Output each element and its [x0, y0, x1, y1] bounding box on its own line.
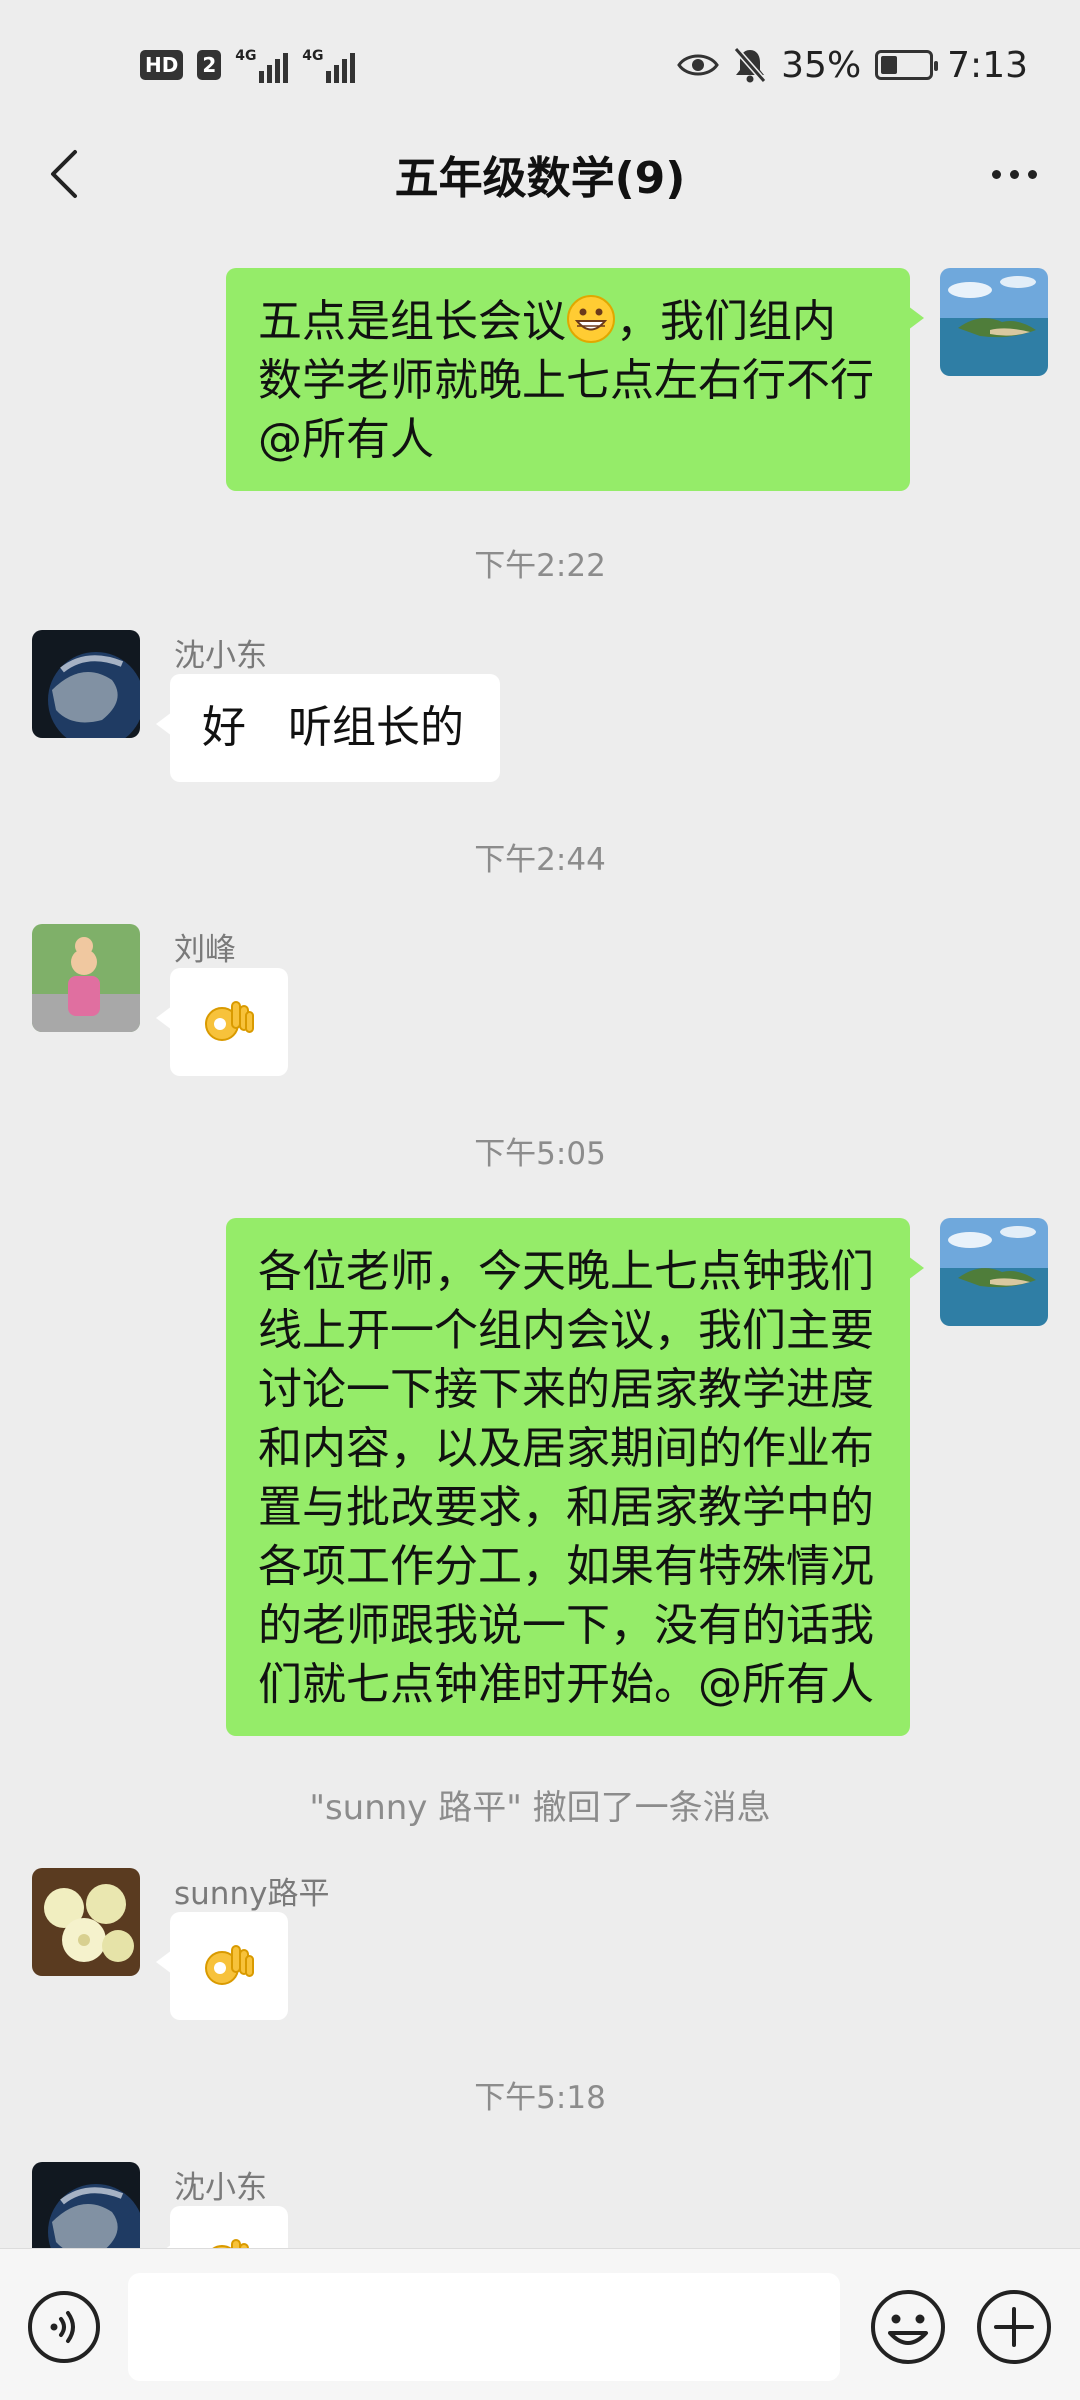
message-bubble[interactable]	[156, 968, 288, 1076]
pears-photo-icon	[32, 1868, 140, 1976]
avatar-self[interactable]	[940, 268, 1048, 376]
status-left: HD 2 4G 4G	[140, 47, 356, 83]
avatar[interactable]	[32, 630, 140, 738]
avatar[interactable]	[32, 2162, 140, 2248]
clock: 7:13	[947, 44, 1028, 86]
sender-name: 沈小东	[174, 2170, 267, 2206]
ok-hand-emoji-icon	[205, 1945, 254, 1985]
sim-badge: 2	[197, 50, 222, 80]
message-list[interactable]: 五点是组长会议 ，我们组内数学老师就晚上七点左右行不行@所有人 下午2:22 沈…	[0, 218, 1080, 2248]
grinning-emoji-icon	[567, 295, 615, 343]
message-bubble[interactable]: 各位老师，今天晚上七点钟我们线上开一个组内会议，我们主要讨论一下接下来的居家教学…	[226, 1218, 924, 1736]
signal-icon: 4G	[235, 47, 289, 83]
chevron-left-icon	[51, 150, 77, 198]
voice-button[interactable]	[26, 2289, 102, 2365]
timestamp: 下午2:22	[474, 548, 606, 584]
voice-icon	[28, 2291, 100, 2363]
island-photo-icon	[940, 268, 1048, 376]
emoji-button[interactable]	[868, 2287, 948, 2367]
plus-icon	[977, 2290, 1051, 2364]
hd-badge: HD	[140, 50, 184, 80]
earth-photo-icon	[32, 630, 140, 738]
avatar[interactable]	[32, 924, 140, 1032]
status-right: 35% 7:13	[677, 45, 1028, 86]
message-bubble[interactable]	[156, 1912, 288, 2020]
signal-icon-2: 4G	[302, 47, 356, 83]
message-input[interactable]	[128, 2273, 840, 2381]
person-photo-icon	[32, 924, 140, 1032]
sender-name: 刘峰	[174, 932, 236, 968]
timestamp: 下午5:18	[474, 2080, 606, 2116]
timestamp: 下午2:44	[474, 842, 606, 878]
sender-name: sunny路平	[174, 1876, 330, 1912]
message-bubble[interactable]	[156, 2206, 288, 2248]
more-button[interactable]	[978, 142, 1050, 206]
more-icon	[991, 169, 1001, 179]
ok-hand-emoji-icon	[205, 1001, 254, 1041]
mute-bell-icon	[733, 47, 767, 83]
message-bubble[interactable]: 五点是组长会议 ，我们组内数学老师就晚上七点左右行不行@所有人	[226, 268, 924, 491]
battery-percent: 35%	[781, 44, 862, 86]
ok-hand-emoji-icon	[212, 2239, 249, 2248]
timestamp: 下午5:05	[474, 1136, 606, 1172]
chat-header: 五年级数学(9)	[0, 130, 1080, 218]
chat-title: 五年级数学(9)	[394, 153, 686, 204]
island-photo-icon	[940, 1218, 1048, 1326]
back-button[interactable]	[34, 142, 94, 206]
earth-photo-icon	[32, 2162, 140, 2248]
status-bar: HD 2 4G 4G 35% 7:13	[0, 0, 1080, 130]
battery-icon	[875, 50, 939, 80]
recall-notice: "sunny 路平" 撤回了一条消息	[309, 1788, 771, 1828]
smiley-icon	[871, 2290, 945, 2364]
message-bubble[interactable]: 好 听组长的	[156, 674, 500, 782]
eye-icon	[677, 54, 719, 76]
more-actions-button[interactable]	[974, 2287, 1054, 2367]
avatar[interactable]	[32, 1868, 140, 1976]
input-bar	[0, 2248, 1080, 2400]
sender-name: 沈小东	[174, 638, 267, 674]
avatar-self[interactable]	[940, 1218, 1048, 1326]
